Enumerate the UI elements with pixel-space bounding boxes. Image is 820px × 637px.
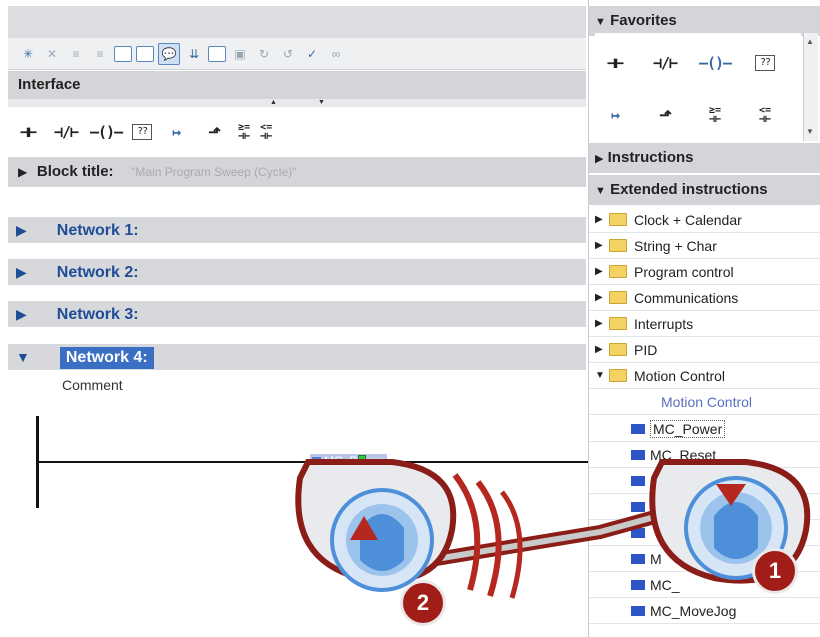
- motion-arc-icon: [452, 473, 481, 591]
- step-1-badge: 1: [752, 548, 798, 594]
- step-2-badge: 2: [400, 580, 446, 626]
- drag-gesture-overlay: [295, 459, 811, 599]
- motion-arc-icon: [475, 480, 502, 597]
- drop-gesture-icon: [295, 459, 457, 592]
